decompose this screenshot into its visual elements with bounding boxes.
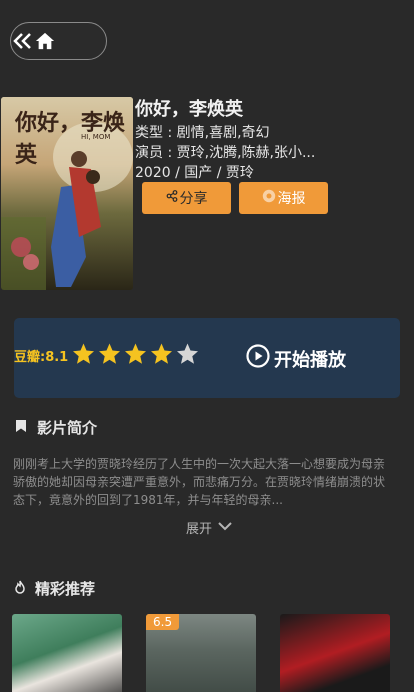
recommend-heading-row: 精彩推荐 bbox=[15, 578, 95, 599]
synopsis-heading-row: 影片简介 bbox=[15, 417, 97, 438]
movie-cast: 演员 : 贾玲,沈腾,陈赫,张小... bbox=[135, 145, 316, 161]
rating-badge: 6.5 bbox=[146, 614, 180, 630]
rating-stars bbox=[71, 342, 200, 366]
recommend-item[interactable] bbox=[12, 614, 122, 692]
recommend-heading: 精彩推荐 bbox=[35, 580, 96, 598]
poster-button[interactable]: 海报 bbox=[239, 182, 328, 214]
star-icon bbox=[99, 343, 120, 364]
star-icon bbox=[125, 343, 146, 364]
aperture-icon bbox=[262, 189, 276, 207]
flame-icon bbox=[15, 580, 25, 598]
synopsis-heading: 影片简介 bbox=[37, 419, 98, 437]
home-icon[interactable] bbox=[35, 31, 55, 51]
movie-poster: 你好，李焕英 HI, MOM bbox=[1, 97, 133, 290]
play-circle-icon bbox=[246, 344, 270, 373]
expand-label: 展开 bbox=[186, 522, 213, 537]
action-buttons: 分享 海报 bbox=[142, 182, 328, 214]
poster-label: 海报 bbox=[277, 191, 306, 207]
share-button[interactable]: 分享 bbox=[142, 182, 231, 214]
play-label: 开始播放 bbox=[274, 349, 346, 371]
bookmark-icon bbox=[15, 419, 27, 437]
recommend-item[interactable] bbox=[280, 614, 390, 692]
expand-button[interactable]: 展开 bbox=[186, 518, 232, 537]
poster-title-lettering: 你好，李焕英 bbox=[15, 110, 126, 168]
recommend-item[interactable]: 6.5 bbox=[146, 614, 256, 692]
star-icon bbox=[73, 343, 94, 364]
top-nav-capsule bbox=[10, 22, 107, 60]
double-chevron-left-icon[interactable] bbox=[13, 31, 33, 51]
movie-info: 你好，李焕英 类型 : 剧情,喜剧,奇幻 演员 : 贾玲,沈腾,陈赫,张小...… bbox=[135, 97, 405, 183]
synopsis-text: 刚刚考上大学的贾晓玲经历了人生中的一次大起大落一心想要成为母亲骄傲的她却因母亲突… bbox=[13, 457, 386, 507]
movie-year: 2020 / 国产 / 贾玲 bbox=[135, 165, 254, 181]
play-button[interactable]: 开始播放 bbox=[246, 344, 346, 373]
poster-subtitle-lettering: HI, MOM bbox=[81, 133, 111, 141]
rating-play-card: 豆瓣:8.1 开始播放 bbox=[14, 318, 400, 398]
star-icon bbox=[151, 343, 172, 364]
chevron-down-icon bbox=[218, 520, 232, 535]
star-icon bbox=[177, 343, 198, 364]
share-label: 分享 bbox=[179, 191, 208, 207]
douban-rating: 豆瓣:8.1 bbox=[14, 350, 69, 365]
movie-type: 类型 : 剧情,喜剧,奇幻 bbox=[135, 125, 270, 141]
share-icon bbox=[166, 190, 178, 206]
movie-title: 你好，李焕英 bbox=[135, 99, 243, 120]
